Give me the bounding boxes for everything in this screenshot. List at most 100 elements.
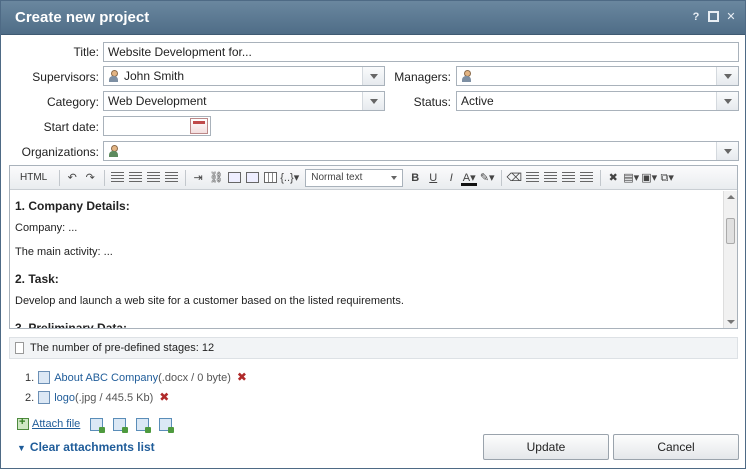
template-icon[interactable]: {..}▾ <box>280 170 299 186</box>
chevron-down-icon[interactable] <box>362 92 384 110</box>
word-file-icon <box>38 371 51 384</box>
content-paragraph: Company: ... <box>15 222 78 234</box>
update-button[interactable]: Update <box>483 434 609 460</box>
organization-icon <box>108 145 119 157</box>
font-color-icon[interactable]: A▾ <box>461 170 478 186</box>
scroll-thumb[interactable] <box>726 218 735 244</box>
supervisors-select[interactable]: John Smith <box>103 66 385 86</box>
status-value: Active <box>461 94 494 108</box>
delete-icon[interactable]: ✖ <box>237 370 247 384</box>
scroll-down-icon[interactable] <box>727 320 735 324</box>
attach-file-link[interactable]: Attach file <box>32 418 80 430</box>
scroll-up-icon[interactable] <box>727 195 735 199</box>
numbered-list-icon[interactable] <box>127 170 143 186</box>
align-center-icon[interactable] <box>542 170 558 186</box>
user-icon <box>461 70 472 82</box>
clear-attachments-link[interactable]: ▼ Clear attachments list <box>17 440 155 454</box>
attachment-meta: (.jpg / 445.5 Kb) <box>74 392 154 404</box>
clear-attachments-label: Clear attachments list <box>29 440 155 454</box>
chevron-down-icon[interactable] <box>716 142 738 160</box>
chevron-down-icon: ▼ <box>17 443 26 453</box>
attach-from-documents-icon[interactable] <box>90 417 106 433</box>
attachment-number: 1. <box>25 372 35 384</box>
bullet-list-icon[interactable] <box>109 170 125 186</box>
paragraph-format-select[interactable]: Normal text <box>305 168 404 187</box>
paste-icon[interactable]: ▤▾ <box>623 170 639 186</box>
image-icon[interactable] <box>244 170 260 186</box>
start-date-input[interactable] <box>103 116 211 136</box>
help-icon[interactable]: ? <box>690 11 702 23</box>
status-label: Status: <box>413 95 451 109</box>
copy-icon[interactable]: ⧉▾ <box>659 170 675 186</box>
content-heading: 3. Preliminary Data: <box>15 321 128 328</box>
clear-format-icon[interactable]: ⌫ <box>506 170 522 186</box>
status-select[interactable]: Active <box>456 91 739 111</box>
attach-from-scanner-icon[interactable] <box>159 417 175 433</box>
attach-toolbar: Attach file <box>17 416 182 433</box>
horizontal-rule-icon[interactable]: ⇥ <box>190 170 206 186</box>
align-left-icon[interactable] <box>524 170 540 186</box>
attach-file-icon[interactable] <box>17 416 29 430</box>
organizations-select[interactable] <box>103 141 739 161</box>
table-icon[interactable] <box>262 170 278 186</box>
content-paragraph: The main activity: ... <box>15 246 113 258</box>
align-justify-icon[interactable] <box>578 170 594 186</box>
dialog-title: Create new project <box>15 9 150 26</box>
create-project-dialog: Create new project ? ✕ Title: Website De… <box>0 0 746 469</box>
link-icon[interactable]: ⛓ <box>208 170 224 186</box>
highlight-color-icon[interactable]: ✎▾ <box>479 170 495 186</box>
toolbar-separator <box>59 169 61 186</box>
calendar-icon[interactable] <box>190 118 208 134</box>
chevron-down-icon[interactable] <box>716 67 738 85</box>
delete-icon[interactable]: ✖ <box>159 390 169 404</box>
description-editor: HTML ↶ ↷ ⇥ ⛓ {..}▾ Normal text B U I A▾ … <box>9 165 738 329</box>
content-paragraph: Develop and launch a web site for a cust… <box>15 295 404 307</box>
html-source-button[interactable]: HTML <box>14 170 53 186</box>
outdent-icon[interactable] <box>145 170 161 186</box>
maximize-icon[interactable] <box>708 11 719 22</box>
save-icon[interactable]: ▣▾ <box>641 170 657 186</box>
attach-from-cloud-icon[interactable] <box>136 417 152 433</box>
editor-content[interactable]: 1. Company Details: Company: ... The mai… <box>10 191 724 328</box>
attachment-item: 2. logo(.jpg / 445.5 Kb) ✖ <box>25 389 169 405</box>
managers-label: Managers: <box>394 70 451 84</box>
redo-icon[interactable]: ↷ <box>82 170 98 186</box>
stages-text: The number of pre-defined stages: 12 <box>30 342 215 354</box>
bold-icon[interactable]: B <box>407 170 423 186</box>
chevron-down-icon[interactable] <box>716 92 738 110</box>
window-controls: ? ✕ <box>690 11 737 23</box>
toolbar-separator <box>104 169 106 186</box>
textbox-icon[interactable] <box>226 170 242 186</box>
organizations-label: Organizations: <box>21 145 99 159</box>
undo-icon[interactable]: ↶ <box>64 170 80 186</box>
toolbar-separator <box>600 169 602 186</box>
indent-icon[interactable] <box>163 170 179 186</box>
supervisors-label: Supervisors: <box>32 70 99 84</box>
editor-scrollbar[interactable] <box>723 191 737 328</box>
cancel-button[interactable]: Cancel <box>613 434 739 460</box>
align-right-icon[interactable] <box>560 170 576 186</box>
attach-from-storage-icon[interactable] <box>113 417 129 433</box>
attachment-link[interactable]: About ABC Company <box>54 372 158 384</box>
document-icon <box>15 342 24 354</box>
title-label: Title: <box>73 45 99 59</box>
attachment-number: 2. <box>25 392 35 404</box>
attachment-link[interactable]: logo <box>54 392 75 404</box>
stages-info-bar: The number of pre-defined stages: 12 <box>9 337 738 359</box>
category-value: Web Development <box>108 94 207 108</box>
chevron-down-icon[interactable] <box>362 67 384 85</box>
category-select[interactable]: Web Development <box>103 91 385 111</box>
editor-toolbar: HTML ↶ ↷ ⇥ ⛓ {..}▾ Normal text B U I A▾ … <box>10 166 737 190</box>
managers-select[interactable] <box>456 66 739 86</box>
delete-format-icon[interactable]: ✖ <box>605 170 621 186</box>
toolbar-separator <box>185 169 187 186</box>
attachment-item: 1. About ABC Company(.docx / 0 byte) ✖ <box>25 369 247 385</box>
close-icon[interactable]: ✕ <box>725 11 737 23</box>
underline-icon[interactable]: U <box>425 170 441 186</box>
content-heading: 2. Task: <box>15 272 59 286</box>
dialog-titlebar[interactable]: Create new project ? ✕ <box>1 1 745 35</box>
italic-icon[interactable]: I <box>443 170 459 186</box>
title-input[interactable]: Website Development for... <box>103 42 739 62</box>
category-label: Category: <box>46 95 99 109</box>
start-date-label: Start date: <box>43 120 99 134</box>
